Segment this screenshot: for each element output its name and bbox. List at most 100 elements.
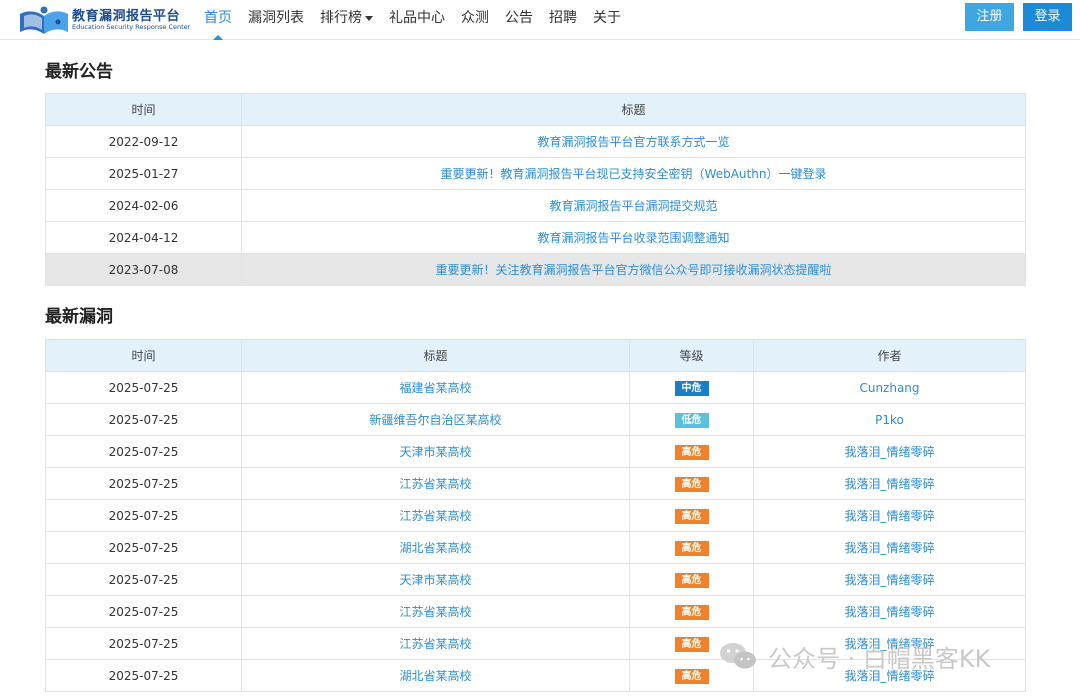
vulnerability-level-cell: 高危 (629, 531, 754, 564)
vulnerability-row: 2025-07-25 江苏省某高校 高危 我落泪_情绪零碎 (45, 499, 1026, 532)
register-button[interactable]: 注册 (965, 3, 1014, 31)
vulnerability-author-link[interactable]: 我落泪_情绪零碎 (753, 531, 1026, 564)
wechat-icon (720, 643, 756, 669)
wechat-watermark: 公众号 · 白帽黑客KK (718, 638, 990, 674)
column-header-time: 时间 (45, 93, 242, 126)
vulnerability-level-cell: 高危 (629, 563, 754, 596)
vulnerability-level-cell: 高危 (629, 595, 754, 628)
vulnerability-row: 2025-07-25 江苏省某高校 高危 我落泪_情绪零碎 (45, 467, 1026, 500)
vulnerability-date: 2025-07-25 (45, 563, 242, 596)
severity-badge: 高危 (674, 540, 709, 556)
vulnerability-date: 2025-07-25 (45, 403, 242, 436)
vulnerability-title-link[interactable]: 江苏省某高校 (241, 595, 630, 628)
vulnerability-date: 2025-07-25 (45, 659, 242, 692)
announcements-table: 时间 标题 2022-09-12 教育漏洞报告平台官方联系方式一览 2025-01-… (45, 93, 1026, 286)
vulnerability-row: 2025-07-25 新疆维吾尔自治区某高校 低危 P1ko (45, 403, 1026, 436)
vulnerability-title-link[interactable]: 江苏省某高校 (241, 627, 630, 660)
column-header-title: 标题 (241, 93, 1026, 126)
vulnerability-date: 2025-07-25 (45, 435, 242, 468)
vulnerability-title-link[interactable]: 江苏省某高校 (241, 467, 630, 500)
vulnerability-author-link[interactable]: Cunzhang (753, 371, 1026, 404)
vulnerability-row: 2025-07-25 江苏省某高校 高危 我落泪_情绪零碎 (45, 595, 1026, 628)
nav-item-5[interactable]: 众测 (453, 0, 497, 40)
nav-item-7[interactable]: 招聘 (541, 0, 585, 40)
vulnerability-row: 2025-07-25 天津市某高校 高危 我落泪_情绪零碎 (45, 563, 1026, 596)
vulnerability-author-link[interactable]: 我落泪_情绪零碎 (753, 595, 1026, 628)
vulnerability-level-cell: 高危 (629, 499, 754, 532)
logo-title: 教育漏洞报告平台 (72, 9, 181, 24)
watermark-text: 公众号 · 白帽黑客KK (768, 644, 991, 673)
vulnerability-row: 2025-07-25 天津市某高校 高危 我落泪_情绪零碎 (45, 435, 1026, 468)
top-header: 教育漏洞报告平台 Education Security Response Cen… (0, 0, 1080, 40)
vulnerability-row: 2025-07-25 福建省某高校 中危 Cunzhang (45, 371, 1026, 404)
announcement-row: 2023-07-08 重要更新！关注教育漏洞报告平台官方微信公众号即可接收漏洞状态… (45, 253, 1026, 286)
vulnerability-title-link[interactable]: 江苏省某高校 (241, 499, 630, 532)
login-button[interactable]: 登录 (1023, 3, 1072, 31)
column-header-time: 时间 (45, 339, 242, 372)
vulnerability-level-cell: 高危 (629, 435, 754, 468)
announcement-date: 2025-01-27 (45, 157, 242, 190)
announcement-date: 2024-04-12 (45, 221, 242, 254)
vulnerability-level-cell: 高危 (629, 467, 754, 500)
vulnerability-date: 2025-07-25 (45, 371, 242, 404)
vulnerability-date: 2025-07-25 (45, 627, 242, 660)
vulnerability-level-cell: 低危 (629, 403, 754, 436)
nav-item-4[interactable]: 礼品中心 (381, 0, 453, 40)
vulnerabilities-header-row: 时间 标题 等级 作者 (45, 339, 1026, 372)
announcement-title-link[interactable]: 重要更新！教育漏洞报告平台现已支持安全密钥（WebAuthn）一键登录 (241, 157, 1026, 190)
vulnerability-author-link[interactable]: P1ko (753, 403, 1026, 436)
column-header-level: 等级 (629, 339, 754, 372)
vulnerability-title-link[interactable]: 新疆维吾尔自治区某高校 (241, 403, 630, 436)
severity-badge: 中危 (674, 380, 709, 396)
announcement-title-link[interactable]: 重要更新！关注教育漏洞报告平台官方微信公众号即可接收漏洞状态提醒啦 (241, 253, 1026, 286)
severity-badge: 高危 (674, 668, 709, 684)
severity-badge: 高危 (674, 476, 709, 492)
vulnerability-author-link[interactable]: 我落泪_情绪零碎 (753, 435, 1026, 468)
nav-item-6[interactable]: 公告 (497, 0, 541, 40)
nav-item-label: 排行榜 (320, 10, 362, 26)
announcement-title-link[interactable]: 教育漏洞报告平台漏洞提交规范 (241, 189, 1026, 222)
vulnerability-title-link[interactable]: 湖北省某高校 (241, 531, 630, 564)
vulnerability-date: 2025-07-25 (45, 531, 242, 564)
vulnerability-date: 2025-07-25 (45, 595, 242, 628)
announcement-date: 2022-09-12 (45, 125, 242, 158)
nav-item-2[interactable]: 漏洞列表 (240, 0, 312, 40)
vulnerability-title-link[interactable]: 天津市某高校 (241, 563, 630, 596)
severity-badge: 低危 (674, 412, 709, 428)
announcement-row: 2022-09-12 教育漏洞报告平台官方联系方式一览 (45, 125, 1026, 158)
nav-item-label: 关于 (593, 10, 621, 26)
announcement-date: 2024-02-06 (45, 189, 242, 222)
severity-badge: 高危 (674, 636, 709, 652)
nav-item-8[interactable]: 关于 (585, 0, 629, 40)
severity-badge: 高危 (674, 444, 709, 460)
announcement-row: 2024-04-12 教育漏洞报告平台收录范围调整通知 (45, 221, 1026, 254)
severity-badge: 高危 (674, 604, 709, 620)
nav-item-label: 公告 (505, 10, 533, 26)
nav-item-label: 招聘 (549, 10, 577, 26)
vulnerability-row: 2025-07-25 湖北省某高校 高危 我落泪_情绪零碎 (45, 531, 1026, 564)
vulnerability-author-link[interactable]: 我落泪_情绪零碎 (753, 499, 1026, 532)
severity-badge: 高危 (674, 508, 709, 524)
site-logo[interactable]: 教育漏洞报告平台 Education Security Response Cen… (18, 2, 191, 38)
vulnerability-title-link[interactable]: 福建省某高校 (241, 371, 630, 404)
vulnerability-author-link[interactable]: 我落泪_情绪零碎 (753, 563, 1026, 596)
vulnerability-title-link[interactable]: 湖北省某高校 (241, 659, 630, 692)
nav-item-label: 首页 (204, 10, 232, 26)
logo-subtitle: Education Security Response Center (72, 23, 191, 31)
vulnerability-title-link[interactable]: 天津市某高校 (241, 435, 630, 468)
vulnerability-date: 2025-07-25 (45, 499, 242, 532)
announcement-row: 2025-01-27 重要更新！教育漏洞报告平台现已支持安全密钥（WebAuthn… (45, 157, 1026, 190)
vulnerability-level-cell: 中危 (629, 371, 754, 404)
severity-badge: 高危 (674, 572, 709, 588)
nav-item-3[interactable]: 排行榜 (312, 0, 381, 40)
announcements-title: 最新公告 (45, 62, 113, 82)
announcement-title-link[interactable]: 教育漏洞报告平台官方联系方式一览 (241, 125, 1026, 158)
nav-item-label: 漏洞列表 (248, 10, 304, 26)
announcement-title-link[interactable]: 教育漏洞报告平台收录范围调整通知 (241, 221, 1026, 254)
vulnerability-date: 2025-07-25 (45, 467, 242, 500)
announcements-header-row: 时间 标题 (45, 93, 1026, 126)
announcement-date: 2023-07-08 (45, 253, 242, 286)
column-header-author: 作者 (753, 339, 1026, 372)
vulnerability-author-link[interactable]: 我落泪_情绪零碎 (753, 467, 1026, 500)
nav-item-1[interactable]: 首页 (196, 0, 240, 40)
